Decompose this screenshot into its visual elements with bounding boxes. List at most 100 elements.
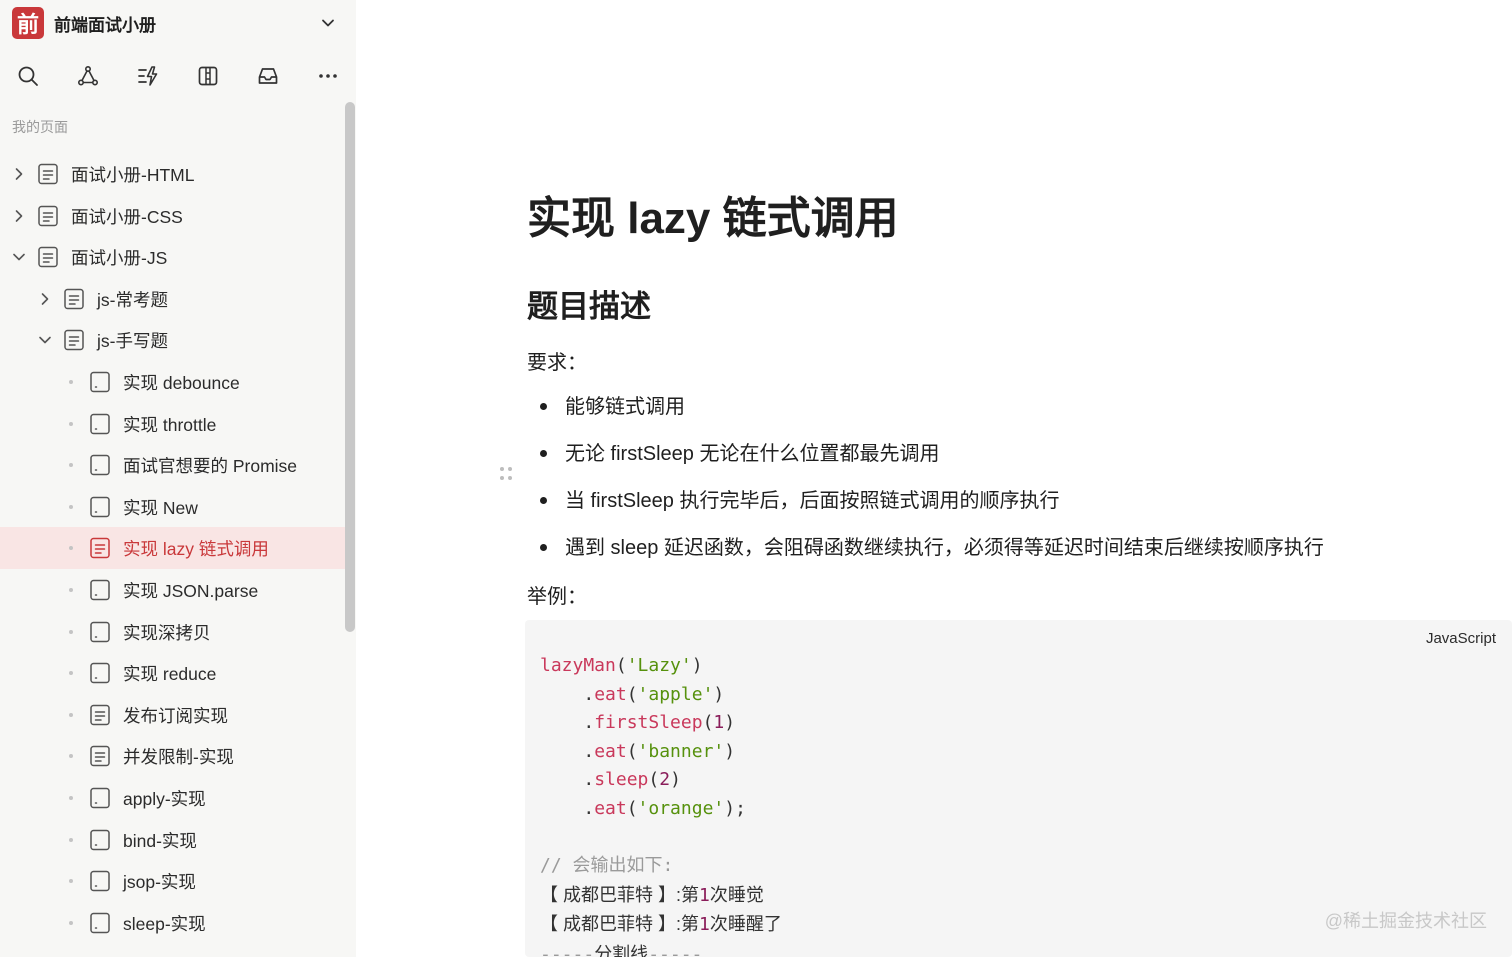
code-token: ( — [615, 655, 627, 676]
document-icon — [64, 330, 84, 351]
code-token: 2 — [659, 769, 671, 791]
bullet-dot-icon — [69, 879, 73, 884]
sidebar-tree-item[interactable]: 面试官想要的 Promise — [0, 444, 345, 486]
sidebar-tree-item[interactable]: js-手写题 — [0, 319, 345, 361]
sidebar-tree-item[interactable]: 实现 JSON.parse — [0, 569, 345, 611]
sidebar-scrollbar[interactable] — [345, 102, 355, 632]
code-token: ( — [702, 712, 714, 734]
sidebar-tree-item[interactable]: apply-实现 — [0, 777, 345, 819]
sidebar-tree-item[interactable]: 实现 lazy 链式调用 — [0, 527, 345, 569]
code-line: .eat('banner') — [540, 741, 735, 762]
sidebar-item-label: 实现 New — [123, 497, 198, 518]
code-token: 次睡醒了 — [709, 914, 782, 935]
code-token: 'apple' — [637, 683, 714, 705]
sidebar-tree-item[interactable]: sleep-实现 — [0, 902, 345, 944]
code-content: lazyMan('Lazy') .eat('apple') .firstSlee… — [540, 652, 782, 957]
chevron-right-icon[interactable] — [37, 291, 53, 307]
sidebar-item-label: 实现 reduce — [123, 664, 217, 685]
graph-icon — [77, 65, 99, 86]
more-button[interactable] — [312, 60, 344, 92]
sidebar-tree-item[interactable]: 并发限制-实现 — [0, 735, 345, 777]
code-line: lazyMan('Lazy') — [540, 655, 703, 676]
code-token: . — [540, 797, 595, 819]
graph-button[interactable] — [72, 60, 104, 92]
drag-handle-icon[interactable] — [498, 464, 514, 484]
code-token: sleep — [594, 769, 649, 791]
blank-page-icon — [90, 829, 110, 850]
code-token: ----- — [648, 943, 703, 957]
document-icon — [90, 704, 110, 725]
code-line: .firstSleep(1) — [540, 712, 735, 733]
quick-action-button[interactable] — [132, 60, 164, 92]
sidebar-tree-item[interactable]: 面试小册-HTML — [0, 153, 345, 195]
sidebar-item-label: 面试小册-JS — [71, 248, 168, 269]
code-token: ); — [724, 797, 746, 819]
sidebar-item-label: 面试小册-HTML — [71, 165, 195, 185]
chevron-down-icon[interactable] — [11, 249, 27, 265]
example-label: 举例： — [527, 586, 587, 608]
table-view-button[interactable] — [192, 60, 224, 92]
chevron-down-icon[interactable] — [37, 332, 53, 348]
code-token: . — [540, 769, 595, 791]
blank-page-icon — [90, 413, 110, 434]
document-icon — [38, 205, 58, 226]
sidebar-tree-item[interactable]: 实现 debounce — [0, 361, 345, 403]
code-line: 【 成都巴菲特 】:第1次睡醒了 — [540, 914, 782, 935]
code-token: // 会输出如下: — [540, 855, 674, 877]
sidebar-item-label: js-手写题 — [97, 331, 168, 352]
sidebar-tree-item[interactable]: jsop-实现 — [0, 860, 345, 902]
chevron-down-icon[interactable] — [318, 13, 338, 33]
chevron-right-icon[interactable] — [11, 166, 27, 182]
code-language-label[interactable]: JavaScript — [1426, 630, 1496, 647]
bullet-dot-icon — [69, 504, 73, 509]
bullet-dot-icon — [69, 837, 73, 842]
search-icon — [18, 66, 38, 86]
sidebar-item-label: js-常考题 — [97, 289, 168, 310]
table-view-icon — [198, 66, 218, 86]
sidebar-tree-item[interactable]: 面试小册-JS — [0, 236, 345, 278]
code-token: 'orange' — [637, 797, 725, 819]
bullet-dot-icon — [69, 920, 73, 925]
search-button[interactable] — [12, 60, 44, 92]
code-line: .sleep(2) — [540, 769, 681, 790]
blank-page-icon — [90, 621, 110, 642]
blank-page-icon — [90, 870, 110, 892]
blank-page-icon — [90, 912, 110, 933]
sidebar-item-label: 实现 JSON.parse — [123, 580, 259, 601]
blank-page-icon — [90, 662, 110, 684]
watermark: @稀土掘金技术社区 — [1324, 911, 1487, 931]
sidebar-item-label: 实现 debounce — [123, 372, 240, 393]
sidebar-item-label: 实现深拷贝 — [123, 622, 211, 643]
bullet-dot-icon — [69, 463, 73, 468]
sidebar-tree-item[interactable]: 实现 throttle — [0, 403, 345, 445]
code-token: firstSleep — [594, 712, 703, 734]
inbox-icon — [258, 68, 278, 84]
code-token: 【 成都巴菲特 】:第 — [540, 884, 700, 905]
sidebar-item-label: 面试官想要的 Promise — [123, 456, 298, 477]
sidebar-item-label: 面试小册-CSS — [71, 206, 183, 227]
sidebar-tree-item[interactable]: 实现深拷贝 — [0, 611, 345, 653]
code-token: 'banner' — [637, 740, 725, 762]
sidebar-tree-item[interactable]: 面试小册-CSS — [0, 195, 345, 237]
bullet-dot-icon — [69, 546, 73, 551]
sidebar-item-label: jsop-实现 — [123, 872, 196, 893]
sidebar-tree-item[interactable]: bind-实现 — [0, 819, 345, 861]
code-token: 1 — [699, 914, 710, 936]
section-heading: 题目描述 — [527, 289, 651, 324]
code-token: ----- — [540, 943, 595, 957]
chevron-right-icon[interactable] — [11, 208, 27, 224]
requirement-bullet: 遇到 sleep 延迟函数，会阻碍函数继续执行，必须得等延迟时间结束后继续按顺序… — [527, 529, 1324, 576]
bullet-dot-icon — [69, 795, 73, 800]
code-token: . — [540, 712, 595, 734]
code-token: 分割线 — [594, 943, 649, 957]
sidebar-tree-item[interactable]: 实现 reduce — [0, 652, 345, 694]
sidebar-tree-item[interactable]: 实现 New — [0, 486, 345, 528]
sidebar-tree-item[interactable]: 发布订阅实现 — [0, 694, 345, 736]
sidebar-tree-item[interactable]: js-常考题 — [0, 278, 345, 320]
code-line: -----分割线----- — [540, 944, 702, 957]
inbox-button[interactable] — [252, 60, 284, 92]
document-icon — [90, 538, 110, 559]
bullet-dot-icon — [69, 421, 73, 426]
code-token: ) — [670, 769, 681, 791]
workspace-switcher[interactable]: 前 前端面试小册 — [12, 7, 342, 39]
